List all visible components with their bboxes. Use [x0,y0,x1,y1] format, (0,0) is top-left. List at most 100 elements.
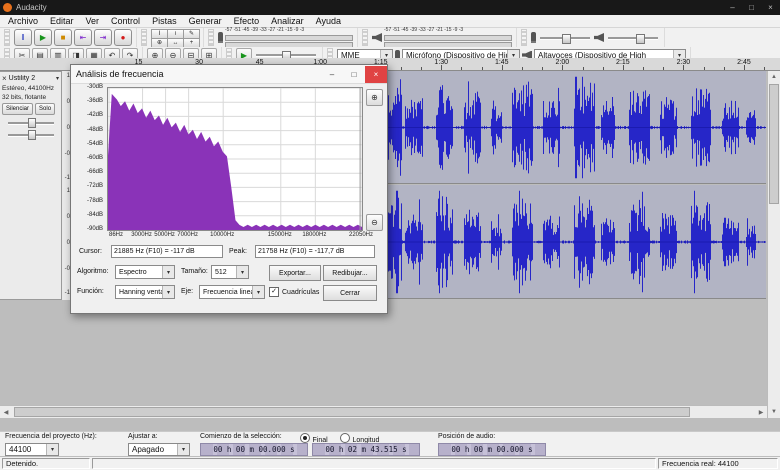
snap-to-select[interactable]: Apagado▾ [128,443,190,456]
cursor-value-field: 21885 Hz (F10) = -117 dB [111,245,223,258]
skip-start-icon: ⇤ [80,34,87,42]
grabber-icon[interactable] [521,29,527,46]
project-rate-select[interactable]: 44100▾ [5,443,59,456]
scroll-down-arrow-icon[interactable]: ▼ [768,406,780,418]
axis-label: Eje: [181,285,193,298]
selection-start-field[interactable]: 00 h 00 m 00.000 s [200,443,308,456]
audio-position-label: Posición de audio: [438,433,495,440]
menu-item-archivo[interactable]: Archivo [2,16,44,26]
recording-meter-bar-left [225,35,353,41]
status-message-area [92,458,656,469]
replot-button[interactable]: Redibujar... [323,265,377,281]
solo-button[interactable]: Solo [35,103,55,115]
chevron-down-icon: ▾ [236,266,248,278]
radio-end-icon[interactable] [300,433,310,443]
play-button[interactable]: ▶ [34,29,52,46]
menu-item-efecto[interactable]: Efecto [228,16,266,26]
menu-item-analizar[interactable]: Analizar [265,16,310,26]
multi-tool[interactable]: + [183,38,200,48]
plot-zoom-in-button[interactable]: ⊕ [366,89,383,106]
scroll-up-arrow-icon[interactable]: ▲ [768,71,780,83]
menu-item-control[interactable]: Control [105,16,146,26]
dialog-title-bar[interactable]: Análisis de frecuencia – □ × [71,65,387,84]
y-axis-label: -78dB [87,198,103,205]
track-control-panel: × Ustility 2 ▾ Estéreo, 44100Hz 32 bits,… [0,71,62,300]
timeshift-tool[interactable]: ↔ [167,38,184,48]
tools-toolbar: I≀✎⊕↔+ [137,28,204,47]
stop-button[interactable]: ■ [54,29,72,46]
gain-slider[interactable] [6,117,56,128]
x-axis-label: 3000Hz [131,232,152,238]
pause-button[interactable]: ‖ [14,29,32,46]
mute-button[interactable]: Silenciar [2,103,33,115]
chevron-down-icon: ▾ [162,266,174,278]
selection-end-field[interactable]: 00 h 02 m 43.515 s [312,443,420,456]
pause-icon: ‖ [21,34,24,42]
track-close-icon[interactable]: × [2,74,7,83]
dialog-close-button[interactable]: × [365,66,387,83]
menu-item-pistas[interactable]: Pistas [146,16,183,26]
recording-meter-scale: -57 -51 -45 -39 -33 -27 -21 -15 -9 -3 [225,27,353,34]
axis-select[interactable]: Frecuencia lineal▾ [199,285,265,299]
radio-length-icon[interactable] [340,433,350,443]
timeline-label: 1:45 [495,59,509,66]
horizontal-scrollbar[interactable]: ◀ ▶ [0,405,767,418]
window-maximize-button[interactable]: □ [742,0,761,15]
algorithm-value: Espectro [119,269,147,276]
timeline-tick [482,67,483,70]
size-select[interactable]: 512▾ [211,265,249,279]
timeline-tick [542,67,543,70]
gridlines-checkbox-group[interactable]: ✓ Cuadrículas [269,285,319,299]
x-axis-label: 15000Hz [268,232,292,238]
zoom-tool[interactable]: ⊕ [151,38,168,48]
playback-meter-body[interactable]: -57 -51 -45 -39 -33 -27 -21 -15 -9 -3 [384,27,512,48]
y-axis-label: -90dB [87,226,103,233]
input-volume-slider[interactable] [538,32,592,44]
output-volume-slider[interactable] [606,32,660,44]
window-title: Audacity [16,3,47,12]
spectrum-x-axis: 86Hz3000Hz5000Hz7000Hz10000Hz15000Hz1800… [107,232,363,241]
close-button[interactable]: Cerrar [323,285,377,301]
menu-item-ver[interactable]: Ver [80,16,106,26]
plot-zoom-out-button[interactable]: ⊖ [366,214,383,231]
grabber-icon[interactable] [362,29,368,46]
audio-position-field[interactable]: 00 h 00 m 00.000 s [438,443,546,456]
export-button[interactable]: Exportar... [269,265,321,281]
grabber-icon[interactable] [141,29,147,46]
grabber-icon[interactable] [4,29,10,46]
menu-item-generar[interactable]: Generar [183,16,228,26]
skip-start-button[interactable]: ⇤ [74,29,92,46]
status-bar: Detenido. Frecuencia real: 44100 [0,456,780,470]
function-select[interactable]: Hanning ventana▾ [115,285,175,299]
scroll-left-arrow-icon[interactable]: ◀ [0,406,12,418]
dialog-maximize-button[interactable]: □ [343,66,365,83]
toolbar-row-1: ‖ ▶ ■ ⇤ ⇥● I≀✎⊕↔+ -57 -51 -45 -39 -33 -27 -2… [0,28,780,47]
grabber-icon[interactable] [208,29,214,46]
checkbox-checked-icon[interactable]: ✓ [269,287,279,297]
horizontal-scroll-thumb[interactable] [14,407,690,417]
y-axis-label: -54dB [87,141,103,148]
recording-meter-body[interactable]: -57 -51 -45 -39 -33 -27 -21 -15 -9 -3 [225,27,353,48]
dialog-minimize-button[interactable]: – [321,66,343,83]
window-minimize-button[interactable]: – [723,0,742,15]
algorithm-select[interactable]: Espectro ▾ [115,265,175,279]
pan-slider[interactable] [6,129,56,140]
vertical-scrollbar[interactable]: ▲ ▼ [767,71,780,418]
track-menu-arrow-icon[interactable]: ▾ [56,75,59,82]
stop-icon: ■ [61,34,66,42]
window-close-button[interactable]: × [761,0,780,15]
skip-end-button[interactable]: ⇥ [94,29,112,46]
scroll-right-arrow-icon[interactable]: ▶ [755,406,767,418]
spectrum-plot[interactable] [107,87,363,231]
record-button[interactable]: ● [114,29,132,46]
track-format-info: Estéreo, 44100Hz [0,84,61,93]
vertical-scroll-thumb[interactable] [769,84,779,204]
project-rate-value: 44100 [9,445,31,454]
menu-item-editar[interactable]: Editar [44,16,80,26]
track-name[interactable]: Ustility 2 [9,75,54,82]
snap-to-value: Apagado [132,445,164,454]
menu-item-ayuda[interactable]: Ayuda [310,16,347,26]
dialog-title: Análisis de frecuencia [71,69,321,79]
function-label: Función: [77,285,104,298]
timeline-tick [704,67,705,70]
